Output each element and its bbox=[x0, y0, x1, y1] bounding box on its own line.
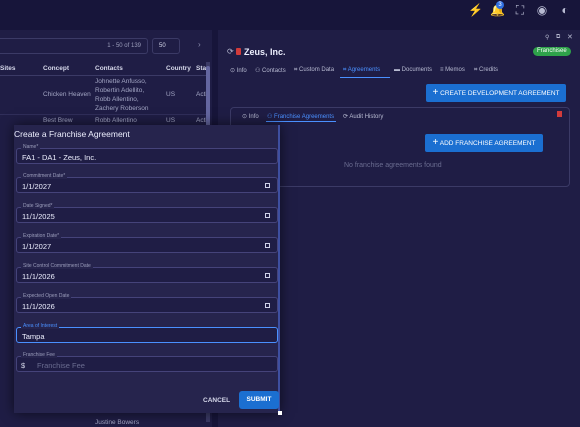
site-control-commitment-date-field[interactable]: Site Control Commitment Date 11/1/2026 bbox=[16, 263, 278, 283]
empty-state: No franchise agreements found bbox=[344, 162, 442, 169]
row-concept: Best Brew bbox=[43, 117, 73, 124]
bolt-icon[interactable]: ⚡ bbox=[468, 3, 483, 17]
franchise-fee-field[interactable]: Franchise Fee $ Franchise Fee bbox=[16, 352, 278, 372]
tab-agreements[interactable]: ⌗ Agreements bbox=[343, 67, 380, 74]
row-contact[interactable]: Robertin Adellito, bbox=[95, 86, 144, 95]
calendar-icon[interactable] bbox=[265, 183, 270, 188]
row-divider bbox=[0, 114, 206, 115]
expected-open-date-field[interactable]: Expected Open Date 11/1/2026 bbox=[16, 293, 278, 313]
flag-icon bbox=[236, 48, 241, 55]
calendar-icon[interactable] bbox=[265, 243, 270, 248]
dialog-title: Create a Franchise Agreement bbox=[14, 129, 130, 139]
pin-icon[interactable]: ⚲ bbox=[545, 34, 549, 41]
next-page-icon[interactable]: › bbox=[198, 40, 201, 49]
row-contact[interactable]: Robb Allentino bbox=[95, 116, 137, 125]
franchisee-title: Zeus, Inc. bbox=[244, 47, 286, 57]
calendar-icon[interactable] bbox=[265, 273, 270, 278]
row-contact[interactable]: Robb Allentino, bbox=[95, 95, 139, 104]
tab-custom-data[interactable]: ⌗ Custom Data bbox=[294, 67, 334, 74]
cancel-button[interactable]: CANCEL bbox=[203, 397, 230, 404]
per-page-select[interactable]: 50 bbox=[152, 38, 180, 54]
top-bar: ⚡ 🔔 3 ⛶ ◉ ◐ bbox=[0, 0, 580, 22]
tab-memos[interactable]: ≡ Memos bbox=[440, 67, 465, 73]
date-signed-field[interactable]: Date Signed* 11/1/2025 bbox=[16, 203, 278, 223]
pagination-info: 1 - 50 of 139 bbox=[0, 38, 148, 54]
header-contacts[interactable]: Contacts bbox=[95, 65, 123, 72]
header-concept[interactable]: Concept bbox=[43, 65, 69, 72]
open-external-icon[interactable]: ⧉ bbox=[556, 34, 560, 41]
palette-icon[interactable]: ◐ bbox=[558, 3, 572, 17]
row-country: US bbox=[166, 91, 176, 98]
row-contact[interactable]: Justine Bowers bbox=[95, 418, 139, 427]
commitment-date-field[interactable]: Commitment Date* 1/1/2027 bbox=[16, 173, 278, 193]
header-divider bbox=[0, 75, 206, 76]
create-development-agreement-button[interactable]: + CREATE DEVELOPMENT AGREEMENT bbox=[426, 84, 566, 102]
row-contact[interactable]: Johnette Anfusso, bbox=[95, 77, 147, 86]
tab-documents[interactable]: ▬ Documents bbox=[394, 67, 432, 73]
fullscreen-icon[interactable]: ⛶ bbox=[513, 3, 527, 17]
tab-credits[interactable]: ⌗ Credits bbox=[474, 67, 498, 74]
row-country: US bbox=[166, 117, 176, 124]
resize-handle[interactable] bbox=[278, 411, 282, 415]
user-icon[interactable]: ◉ bbox=[535, 3, 549, 17]
name-field[interactable]: Name* FA1 - DA1 - Zeus, Inc. bbox=[16, 144, 278, 164]
area-of-interest-field[interactable]: Area of Interest Tampa bbox=[16, 323, 278, 343]
header-sites[interactable]: Sites bbox=[0, 65, 16, 72]
header-status[interactable]: Sta bbox=[196, 65, 206, 72]
add-franchise-agreement-button[interactable]: + ADD FRANCHISE AGREEMENT bbox=[425, 134, 543, 152]
expiration-date-field[interactable]: Expiration Date* 1/1/2027 bbox=[16, 233, 278, 253]
calendar-icon[interactable] bbox=[265, 213, 270, 218]
subtab-franchise-agreements[interactable]: ⚇ Franchise Agreements bbox=[267, 113, 334, 120]
header-country[interactable]: Country bbox=[166, 65, 191, 72]
row-concept: Chicken Heaven bbox=[43, 91, 91, 98]
subtab-info[interactable]: ⊙ Info bbox=[242, 113, 259, 120]
notification-badge: 3 bbox=[496, 1, 504, 9]
refresh-icon[interactable]: ⟳ bbox=[227, 47, 234, 56]
subtab-audit-history[interactable]: ⟳ Audit History bbox=[343, 113, 383, 120]
active-subtab-indicator bbox=[266, 121, 336, 122]
calendar-icon[interactable] bbox=[265, 303, 270, 308]
status-badge: Franchisee bbox=[533, 47, 571, 56]
close-icon[interactable]: ✕ bbox=[567, 33, 573, 41]
submit-button[interactable]: SUBMIT bbox=[239, 391, 279, 409]
tab-contacts[interactable]: ⚇ Contacts bbox=[255, 67, 286, 74]
tab-info[interactable]: ⊙ Info bbox=[230, 67, 247, 74]
delete-icon[interactable] bbox=[557, 111, 562, 117]
active-tab-indicator bbox=[340, 77, 390, 78]
row-contact[interactable]: Zachery Roberson bbox=[95, 104, 148, 113]
